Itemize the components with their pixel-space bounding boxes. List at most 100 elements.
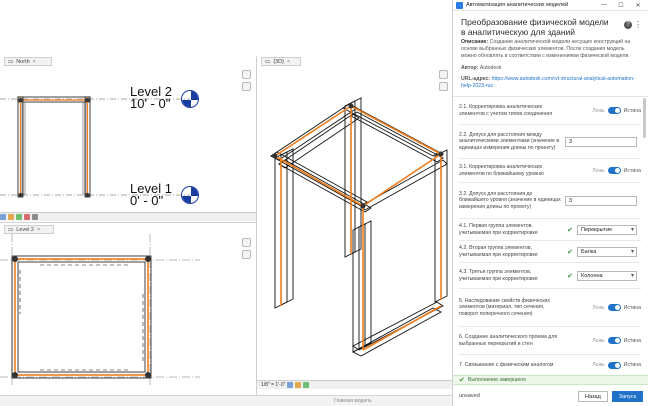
checkmark-icon: ✔ bbox=[567, 226, 573, 234]
group-select[interactable]: Колонна bbox=[577, 270, 637, 281]
boolean-toggle[interactable]: Ложь Истина bbox=[592, 361, 641, 369]
sun-path-icon[interactable] bbox=[303, 382, 310, 388]
level2-plan-view[interactable] bbox=[0, 234, 256, 386]
param-label: 6. Создание аналитического проема для вы… bbox=[459, 333, 558, 347]
visual-style-icon[interactable] bbox=[8, 214, 14, 220]
view-control-bar-north bbox=[0, 212, 256, 221]
group-select[interactable]: Балка bbox=[577, 246, 637, 257]
tab-3d-view[interactable]: ▭ {3D} × bbox=[261, 57, 301, 66]
toggle-true-label: Истина bbox=[623, 167, 641, 174]
minimize-icon[interactable]: — bbox=[597, 2, 611, 8]
north-elevation-view[interactable]: Level 2 10' - 0" Level 1 0' - 0" bbox=[0, 66, 256, 212]
level2-head-icon[interactable] bbox=[181, 90, 199, 108]
status-text: Выполнение завершено bbox=[467, 377, 527, 383]
toggle-false-label: Ложь bbox=[592, 167, 605, 174]
toggle-switch[interactable] bbox=[607, 107, 621, 114]
close-icon[interactable]: × bbox=[37, 227, 40, 233]
boolean-toggle[interactable]: Ложь Истина bbox=[592, 107, 641, 114]
automation-panel: Автоматизация аналитических моделей — ☐ … bbox=[452, 0, 648, 406]
list-item: 7. Связывание с физическим аналогом Ложь… bbox=[459, 355, 641, 374]
author-block: Автор: Autodesk bbox=[453, 59, 648, 72]
param-label: 5. Наследование свойств физических элеме… bbox=[459, 297, 550, 317]
list-item: 4.1. Первая группа элементов, учитываема… bbox=[459, 219, 641, 241]
view-divider bbox=[0, 222, 256, 223]
tab-north-view[interactable]: ▭ North × bbox=[4, 57, 52, 66]
back-button[interactable]: Назад bbox=[578, 390, 608, 402]
unsaved-label: unsaved bbox=[459, 393, 480, 399]
level1-head-icon[interactable] bbox=[181, 186, 199, 204]
more-options-icon[interactable]: ⋮ bbox=[634, 21, 642, 29]
group-select[interactable]: Перекрытие bbox=[577, 224, 637, 235]
navigation-bar bbox=[240, 238, 252, 259]
checkmark-icon: ✔ bbox=[567, 248, 573, 256]
view-tab-icon: ▭ bbox=[8, 226, 14, 233]
param-label: 4.3. Третья группа элементов, учитываема… bbox=[459, 268, 538, 282]
close-icon[interactable]: × bbox=[287, 59, 290, 65]
param-label: 4.1. Первая группа элементов, учитываема… bbox=[459, 222, 538, 236]
list-item: 5. Наследование свойств физических элеме… bbox=[459, 289, 641, 327]
tab-level2-view[interactable]: ▭ Level 2 × bbox=[4, 225, 54, 234]
3d-view[interactable] bbox=[257, 66, 452, 378]
list-item: 3.2. Допуск для расстояния до ближайшего… bbox=[459, 183, 641, 219]
group-select-wrap: ✔ Перекрытие bbox=[567, 224, 641, 235]
panel-header: Преобразование физической модели в анали… bbox=[453, 11, 648, 39]
status-banner: ✔ Выполнение завершено bbox=[453, 375, 648, 385]
view-control-bar-3d: 1/8" = 1'-0" bbox=[257, 380, 452, 389]
shadows-icon[interactable] bbox=[24, 214, 30, 220]
steering-wheel-icon[interactable] bbox=[241, 70, 251, 79]
toggle-switch[interactable] bbox=[607, 167, 621, 174]
group-select-wrap: ✔ Балка bbox=[567, 246, 641, 257]
toggle-switch[interactable] bbox=[607, 304, 621, 311]
elevation-drawing bbox=[0, 96, 190, 198]
active-model-label: Главная модель bbox=[334, 398, 372, 404]
zoom-icon[interactable] bbox=[241, 82, 251, 91]
close-icon[interactable]: ✕ bbox=[631, 2, 645, 9]
toggle-switch[interactable] bbox=[607, 361, 621, 369]
list-item: 4.3. Третья группа элементов, учитываема… bbox=[459, 263, 641, 289]
tolerance-input[interactable]: 3 bbox=[565, 195, 637, 206]
toggle-switch[interactable] bbox=[607, 337, 621, 344]
boolean-toggle[interactable]: Ложь Истина bbox=[592, 167, 641, 174]
tab-3d-label: {3D} bbox=[273, 58, 284, 65]
close-icon[interactable]: × bbox=[33, 59, 36, 65]
list-item: 2.2. Допуск для расстояния между аналити… bbox=[459, 125, 641, 159]
status-bar: Главная модель bbox=[0, 395, 452, 406]
scrollbar-thumb[interactable] bbox=[643, 98, 646, 138]
description-label: Описание: bbox=[461, 39, 489, 45]
window-titlebar: Автоматизация аналитических моделей — ☐ … bbox=[453, 0, 648, 11]
sun-path-icon[interactable] bbox=[16, 214, 22, 220]
author-value: Autodesk bbox=[479, 65, 502, 72]
url-label: URL-адрес: bbox=[461, 76, 491, 83]
navigation-bar bbox=[437, 70, 449, 91]
tolerance-input[interactable]: 3 bbox=[565, 136, 637, 147]
param-label: 4.2. Вторая группа элементов, учитываема… bbox=[459, 244, 538, 258]
run-button[interactable]: Запуск bbox=[611, 390, 643, 402]
crop-icon[interactable] bbox=[32, 214, 38, 220]
zoom-icon[interactable] bbox=[241, 250, 251, 259]
view-tab-icon: ▭ bbox=[8, 58, 14, 65]
toggle-true-label: Истина bbox=[623, 107, 641, 114]
toggle-true-label: Истина bbox=[623, 362, 641, 368]
tab-north-label: North bbox=[16, 58, 30, 65]
param-label: 3.1. Корректировка аналитических элемент… bbox=[459, 163, 544, 177]
param-label: 3.2. Допуск для расстояния до ближайшего… bbox=[459, 190, 561, 210]
group-select-wrap: ✔ Колонна bbox=[567, 270, 641, 281]
visual-style-icon[interactable] bbox=[295, 382, 302, 388]
level2-elevation: 10' - 0" bbox=[130, 96, 171, 111]
boolean-toggle[interactable]: Ложь Истина bbox=[592, 304, 641, 311]
steering-wheel-icon[interactable] bbox=[438, 70, 448, 79]
detail-level-icon[interactable] bbox=[0, 214, 6, 220]
url-block: URL-адрес: https://www.autodesk.com/rvt-… bbox=[453, 72, 648, 90]
boolean-toggle[interactable]: Ложь Истина bbox=[592, 337, 641, 344]
plan-drawing bbox=[0, 234, 200, 386]
detail-level-icon[interactable] bbox=[287, 382, 294, 388]
author-label: Автор: bbox=[461, 65, 479, 72]
help-icon[interactable]: ? bbox=[624, 21, 632, 29]
success-check-icon: ✔ bbox=[459, 377, 465, 384]
zoom-icon[interactable] bbox=[438, 82, 448, 91]
parameters-list[interactable]: 2.1. Корректировка аналитических элемент… bbox=[453, 96, 648, 374]
toggle-false-label: Ложь bbox=[592, 337, 605, 344]
scale-label[interactable]: 1/8" = 1'-0" bbox=[261, 382, 285, 388]
maximize-icon[interactable]: ☐ bbox=[614, 2, 628, 9]
steering-wheel-icon[interactable] bbox=[241, 238, 251, 247]
